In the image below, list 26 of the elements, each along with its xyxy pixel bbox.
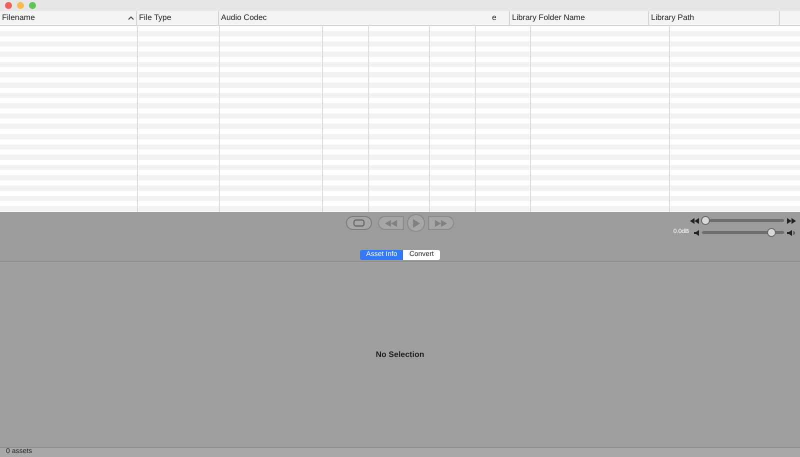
speaker-high-icon (787, 230, 796, 236)
zoom-icon[interactable] (29, 2, 36, 9)
column-header[interactable]: e (490, 11, 510, 25)
column-header[interactable]: Library Path (649, 11, 780, 25)
rewind-icon (385, 220, 397, 226)
skip-forward-icon[interactable] (787, 218, 796, 224)
column-header[interactable]: Library Folder Name (510, 11, 649, 25)
loop-icon (353, 219, 365, 227)
column-header[interactable]: File Type (137, 11, 219, 25)
fast-forward-button[interactable] (428, 216, 454, 230)
column-header[interactable]: Filename (0, 11, 137, 25)
play-icon (412, 218, 420, 228)
skip-back-icon[interactable] (690, 218, 699, 224)
close-icon[interactable] (5, 2, 12, 9)
loop-button[interactable] (346, 216, 372, 230)
speaker-low-icon (694, 230, 699, 236)
minimize-icon[interactable] (17, 2, 24, 9)
slider[interactable] (702, 216, 784, 225)
empty-message: No Selection (376, 348, 424, 360)
rewind-button[interactable] (378, 216, 404, 230)
sort-caret-icon (128, 16, 134, 20)
slider[interactable] (702, 228, 784, 237)
slider-thumb[interactable] (701, 216, 710, 225)
fast-forward-icon (435, 220, 447, 226)
slider-thumb[interactable] (766, 228, 776, 237)
play-button[interactable] (407, 214, 425, 232)
